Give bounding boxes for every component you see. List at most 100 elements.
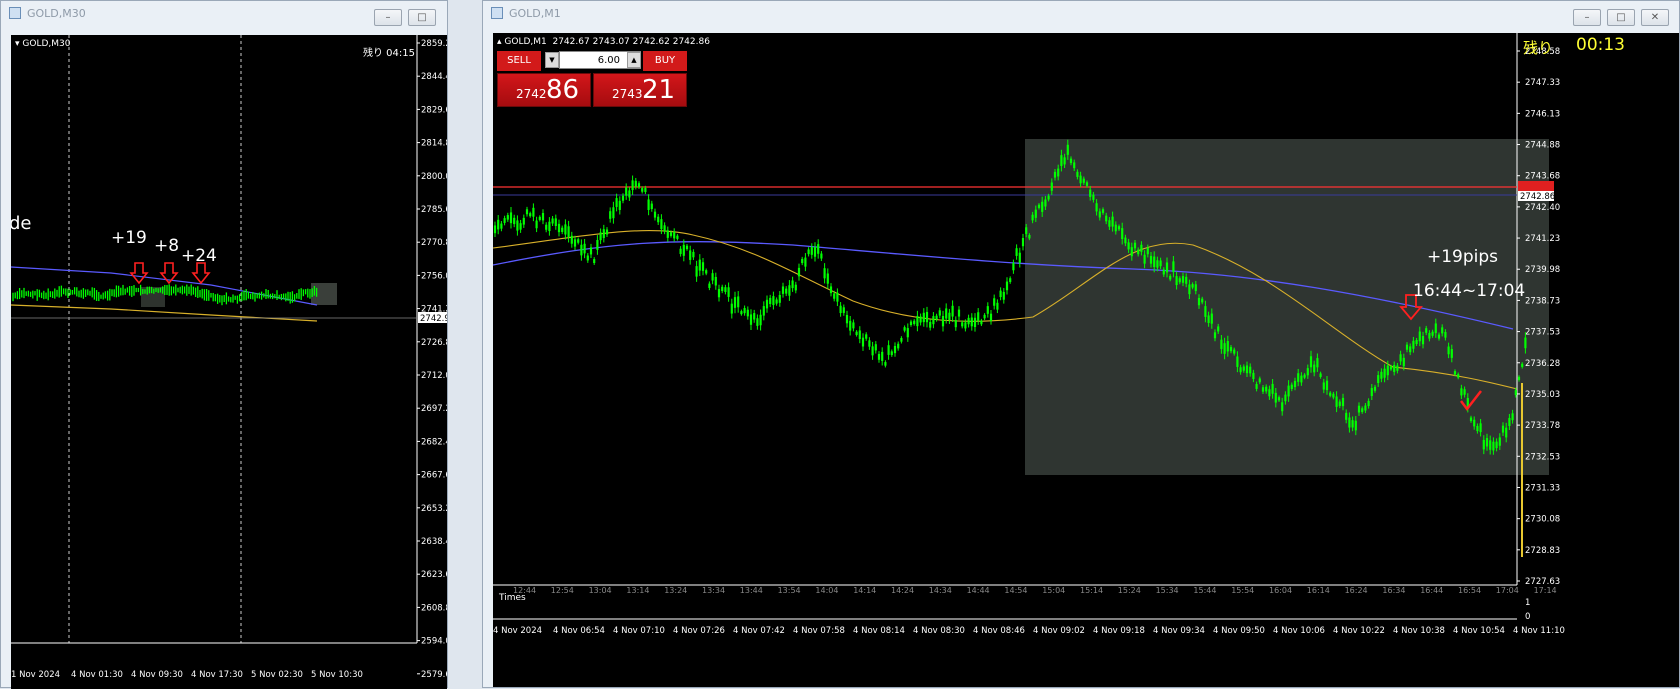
- right-candle-body: [1332, 393, 1335, 398]
- right-candle-body: [733, 297, 737, 308]
- buy-button[interactable]: BUY: [643, 51, 687, 71]
- right-candle-body: [513, 217, 516, 225]
- right-candle-body: [1057, 168, 1060, 177]
- right-candle-body: [653, 211, 657, 218]
- left-price-tick-label: 2682.40: [421, 437, 447, 447]
- right-candle-body: [1121, 228, 1124, 240]
- lot-increase-button[interactable]: ▲: [627, 52, 641, 68]
- right-candle-body: [986, 306, 989, 314]
- right-upper-time-label: 15:34: [1156, 586, 1179, 595]
- right-candle-body: [1508, 417, 1511, 426]
- right-candle-body: [1242, 366, 1245, 371]
- right-candle-body: [1069, 158, 1073, 164]
- minimize-icon[interactable]: –: [1573, 9, 1601, 26]
- right-candle-body: [1370, 387, 1373, 397]
- right-candle-body: [618, 200, 621, 210]
- right-candle-body: [1207, 315, 1210, 324]
- right-candle-body: [983, 314, 986, 319]
- left-price-tick-label: 2800.00: [421, 172, 447, 182]
- right-candle-body: [570, 235, 573, 244]
- sell-button[interactable]: SELL: [497, 51, 541, 71]
- right-candle-body: [929, 322, 932, 328]
- right-candle-body: [551, 218, 554, 224]
- right-candle-body: [999, 290, 1002, 298]
- right-upper-time-label: 14:44: [967, 586, 990, 595]
- right-candle-body: [1415, 339, 1418, 344]
- left-chart-window[interactable]: GOLD,M30 – □ x 2859.20 2844.40 2829.60 2814…: [0, 0, 448, 689]
- right-candle-body: [631, 180, 634, 191]
- right-price-tick-label: 2737.53: [1525, 328, 1560, 338]
- left-price-tick-label: 2829.60: [421, 105, 447, 115]
- right-candle-body: [775, 299, 778, 304]
- right-price-tick-label: 2739.98: [1525, 265, 1560, 275]
- right-candle-body: [580, 244, 583, 256]
- annotation-range: 16:44~17:04: [1413, 281, 1526, 301]
- right-candle-body: [1335, 396, 1338, 407]
- right-candle-body: [1351, 420, 1354, 428]
- right-upper-time-label: 15:44: [1193, 586, 1216, 595]
- right-candle-body: [1162, 269, 1165, 275]
- right-candle-body: [564, 224, 567, 235]
- right-candle-body: [529, 213, 532, 217]
- remaining-time: 00:13: [1576, 35, 1625, 55]
- right-candle-body: [996, 302, 999, 310]
- right-candle-body: [737, 296, 740, 308]
- right-candle-body: [989, 313, 993, 321]
- right-candle-body: [1204, 306, 1207, 317]
- right-candle-body: [877, 353, 881, 360]
- maximize-icon[interactable]: □: [1607, 9, 1635, 26]
- right-candle-body: [1018, 252, 1021, 263]
- right-upper-time-label: 13:04: [589, 586, 612, 595]
- right-candle-body: [1457, 374, 1460, 378]
- right-candle-body: [1271, 383, 1274, 394]
- left-price-tick-label: 2859.20: [421, 39, 447, 49]
- right-upper-time-label: 13:34: [702, 586, 725, 595]
- sell-price-box[interactable]: 2742 86: [497, 73, 591, 107]
- right-candle-body: [893, 345, 897, 354]
- right-candle-body: [769, 297, 772, 305]
- right-candle-body: [1287, 385, 1290, 397]
- buy-price-box[interactable]: 2743 21: [593, 73, 687, 107]
- right-candle-body: [1245, 365, 1249, 374]
- right-symbol: GOLD,M1: [504, 37, 547, 47]
- left-price-tick-label: 2638.40: [421, 537, 447, 547]
- right-upper-time-label: 13:54: [778, 586, 801, 595]
- right-upper-time-label: 16:34: [1382, 586, 1405, 595]
- right-candle-body: [797, 267, 801, 277]
- right-chart-svg: 2748.582747.332746.132744.882743.682742.…: [493, 33, 1565, 636]
- right-candle-body: [628, 190, 631, 198]
- minimize-icon[interactable]: –: [374, 9, 402, 26]
- right-upper-time-label: 14:14: [853, 586, 876, 595]
- right-candle-body: [1460, 388, 1463, 396]
- right-lower-time-label: 4 Nov 07:10: [613, 626, 665, 636]
- right-candle-body: [845, 315, 849, 324]
- close-icon[interactable]: ✕: [1641, 9, 1669, 26]
- right-lower-time-label: 4 Nov 08:46: [973, 626, 1025, 636]
- right-candle-body: [973, 317, 977, 328]
- right-upper-time-label: 15:04: [1042, 586, 1065, 595]
- right-candle-body: [813, 247, 817, 257]
- left-time-tick-label: 1 Nov 2024: [11, 670, 60, 680]
- left-chart-area[interactable]: 2859.20 2844.40 2829.60 2814.80 2800.00 2785.…: [11, 35, 447, 689]
- maximize-icon[interactable]: □: [408, 9, 436, 26]
- right-chart-window[interactable]: GOLD,M1 – □ ✕ 2748.58 2747.33 2746.13 2744.…: [482, 0, 1680, 688]
- ask-price-box: [1518, 181, 1554, 191]
- right-price-tick-label: 2735.03: [1525, 390, 1560, 400]
- right-candle-body: [1319, 373, 1322, 377]
- lot-decrease-button[interactable]: ▼: [545, 52, 559, 68]
- left-title-bar[interactable]: GOLD,M30 – □ x: [1, 1, 447, 26]
- right-upper-time-label: 15:24: [1118, 586, 1141, 595]
- right-candle-body: [1325, 380, 1329, 391]
- right-candle-body: [919, 316, 922, 323]
- right-candle-body: [660, 219, 663, 230]
- left-price-tick-label: 2623.60: [421, 570, 447, 580]
- right-chart-area[interactable]: 2748.58 2747.33 2746.13 2744.88 2743.68 2742.…: [493, 33, 1679, 687]
- right-title-bar[interactable]: GOLD,M1 – □ ✕: [483, 1, 1679, 26]
- right-candle-body: [589, 247, 593, 255]
- right-candle-body: [753, 313, 756, 320]
- right-candle-body: [938, 310, 941, 316]
- right-lower-time-label: 4 Nov 10:06: [1273, 626, 1325, 636]
- right-candle-body: [820, 253, 823, 259]
- one-click-trade-panel: SELL ▼ 6.00 ▲ BUY 2742 86 2743 21: [497, 49, 687, 109]
- right-candle-body: [1223, 343, 1226, 354]
